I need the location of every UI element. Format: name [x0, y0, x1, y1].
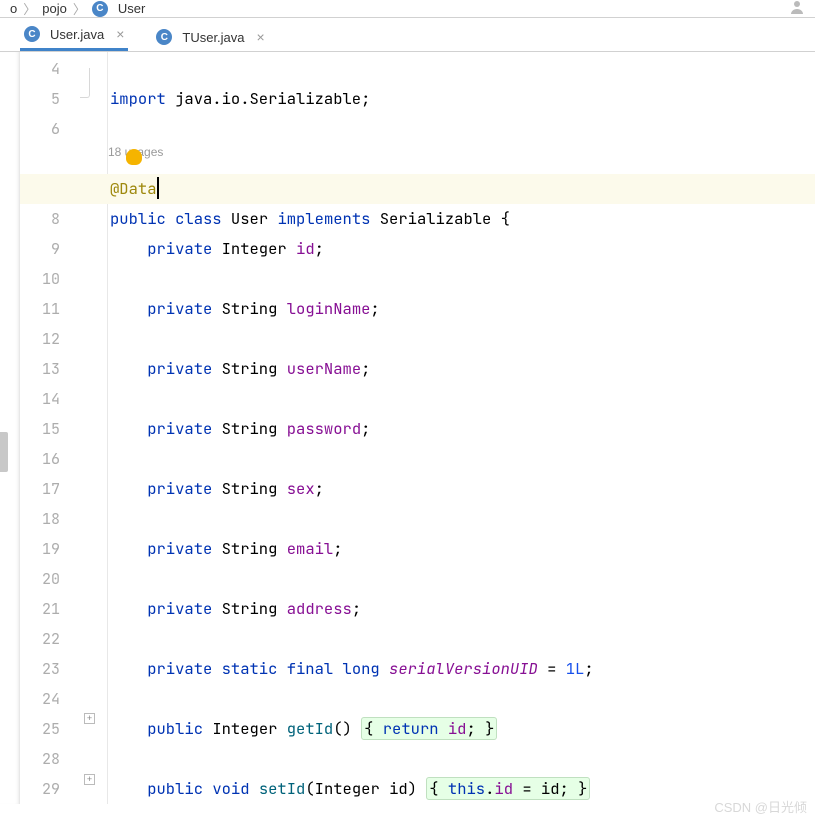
line-number: 9: [20, 234, 78, 264]
code-line: [108, 264, 815, 294]
line-number: 15: [20, 414, 78, 444]
code-line: private String loginName;: [108, 294, 815, 324]
crumb-part[interactable]: User: [118, 1, 145, 16]
line-number: 6: [20, 114, 78, 144]
code-line: [108, 54, 815, 84]
editor-area: 4567891011121314151617181920212223242528…: [0, 52, 815, 804]
code-line: public Integer getId() { return id; }: [108, 714, 815, 744]
line-number: 5: [20, 84, 78, 114]
fold-bracket-icon: [80, 68, 90, 98]
line-number: 4: [20, 54, 78, 84]
close-icon[interactable]: ×: [116, 26, 124, 42]
code-line: private String sex;: [108, 474, 815, 504]
line-number: 12: [20, 324, 78, 354]
code-line: private Integer id;: [108, 234, 815, 264]
line-number: 20: [20, 564, 78, 594]
code-line: [108, 324, 815, 354]
tab-user-java[interactable]: C User.java ×: [20, 18, 128, 51]
text-caret: [157, 177, 159, 199]
code-line: [108, 684, 815, 714]
class-icon: C: [156, 29, 172, 45]
chevron-right-icon: 〉: [73, 0, 86, 18]
line-number: 14: [20, 384, 78, 414]
code-line: [108, 444, 815, 474]
code-line: [108, 114, 815, 144]
line-number: 16: [20, 444, 78, 474]
code-editor[interactable]: 18 usages import java.io.Serializable; @…: [108, 52, 815, 804]
code-line: private String address;: [108, 594, 815, 624]
class-icon: C: [24, 26, 40, 42]
line-number: 28: [20, 744, 78, 774]
line-number: 11: [20, 294, 78, 324]
line-number: 22: [20, 624, 78, 654]
fold-expand-icon[interactable]: +: [84, 713, 95, 724]
line-number: 23: [20, 654, 78, 684]
code-line: [108, 384, 815, 414]
line-number: 17: [20, 474, 78, 504]
code-line: [108, 564, 815, 594]
code-line-current: @Data: [108, 174, 815, 204]
crumb-part[interactable]: o: [10, 1, 17, 16]
line-number: 19: [20, 534, 78, 564]
line-number: 25: [20, 714, 78, 744]
code-line: [108, 744, 815, 774]
line-number: 10: [20, 264, 78, 294]
line-number: 29: [20, 774, 78, 804]
close-icon[interactable]: ×: [257, 29, 265, 45]
chevron-right-icon: 〉: [23, 0, 36, 18]
code-line: public class User implements Serializabl…: [108, 204, 815, 234]
drag-handle[interactable]: [0, 432, 8, 472]
code-line: private String password;: [108, 414, 815, 444]
fold-expand-icon[interactable]: +: [84, 774, 95, 785]
code-line: private String email;: [108, 534, 815, 564]
tab-tuser-java[interactable]: C TUser.java ×: [152, 21, 268, 51]
code-line: import java.io.Serializable;: [108, 84, 815, 114]
tab-label: TUser.java: [182, 30, 244, 45]
code-line: private static final long serialVersionU…: [108, 654, 815, 684]
code-line: [108, 144, 815, 174]
line-number: 13: [20, 354, 78, 384]
line-number: 18: [20, 504, 78, 534]
line-number-gutter: 4567891011121314151617181920212223242528…: [20, 52, 78, 804]
code-line: private String userName;: [108, 354, 815, 384]
left-gutter-pad: [0, 52, 20, 804]
user-icon[interactable]: [789, 0, 805, 18]
class-icon: C: [92, 1, 108, 17]
code-line: [108, 624, 815, 654]
crumb-part[interactable]: pojo: [42, 1, 67, 16]
line-number: 24: [20, 684, 78, 714]
editor-tabs: C User.java × C TUser.java ×: [0, 18, 815, 52]
code-line: [108, 504, 815, 534]
line-number: 21: [20, 594, 78, 624]
breadcrumb: o 〉 pojo 〉 C User: [0, 0, 815, 18]
line-number: 8: [20, 204, 78, 234]
fold-strip: + +: [78, 52, 108, 804]
code-line: public void setId(Integer id) { this.id …: [108, 774, 815, 804]
intention-bulb-icon[interactable]: [126, 149, 142, 165]
tab-label: User.java: [50, 27, 104, 42]
